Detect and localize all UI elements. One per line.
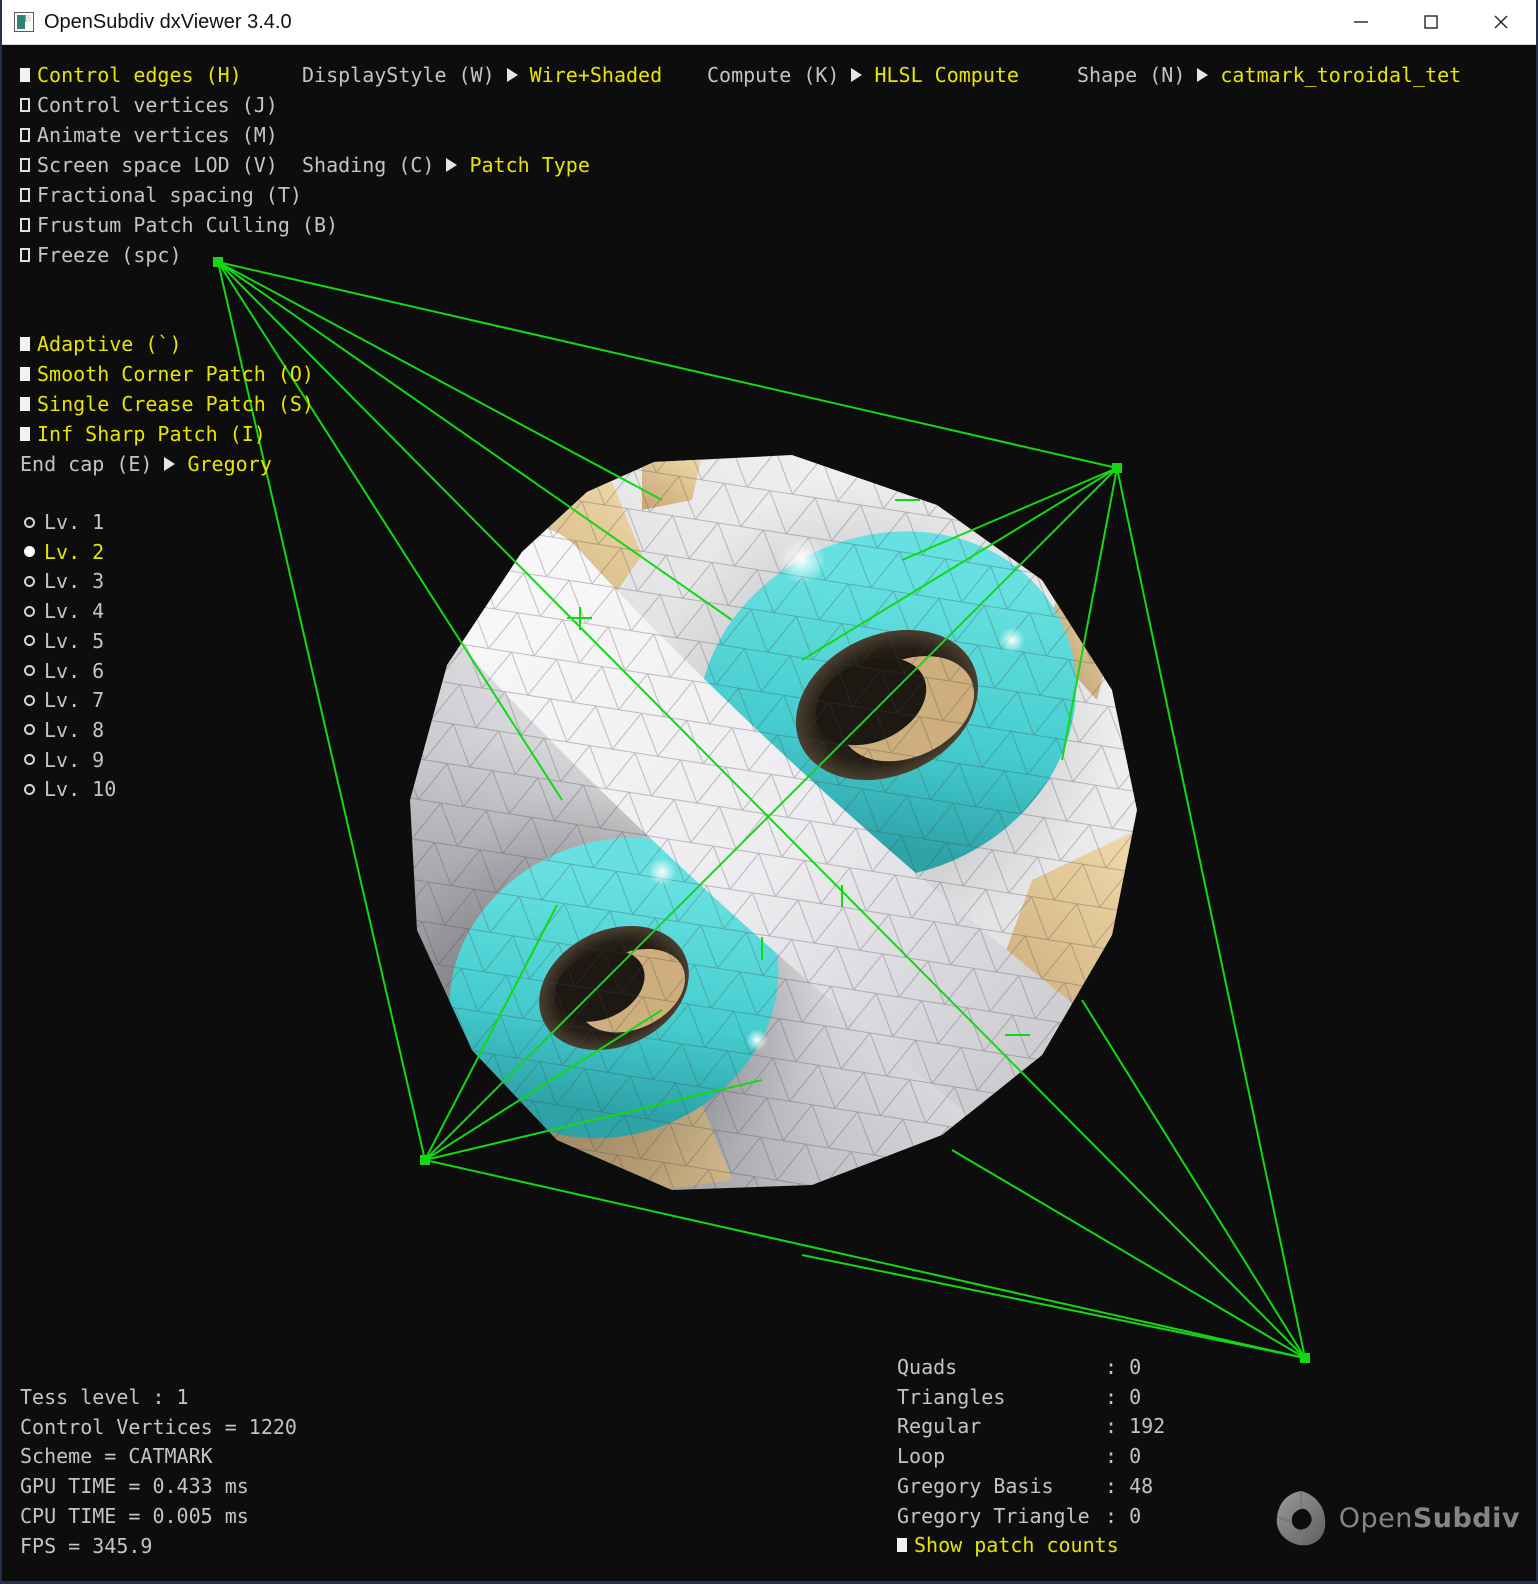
toggle-smooth-corner-patch[interactable]: Smooth Corner Patch (O) xyxy=(20,359,314,389)
radio-icon xyxy=(24,576,35,587)
opensubdiv-logo-icon xyxy=(1273,1489,1329,1547)
stats-left: Tess level : 1 Control Vertices = 1220 S… xyxy=(20,1382,520,1581)
checkbox-icon xyxy=(20,248,30,262)
window-title: OpenSubdiv dxViewer 3.4.0 xyxy=(44,11,292,34)
stat-line: Scheme = CATMARK xyxy=(20,1441,213,1471)
radio-icon xyxy=(24,517,35,528)
minimize-button[interactable] xyxy=(1326,0,1396,44)
radio-icon xyxy=(24,546,35,557)
menu-end-cap[interactable]: End cap (E)Gregory xyxy=(20,449,272,479)
minimize-icon xyxy=(1353,14,1369,30)
arrow-icon xyxy=(164,457,175,471)
radio-icon xyxy=(24,606,35,617)
radio-icon xyxy=(24,784,35,795)
checkbox-icon xyxy=(20,218,30,232)
toggle-inf-sharp-patch[interactable]: Inf Sharp Patch (I) xyxy=(20,419,266,449)
viewport-3d[interactable]: Control edges (H) DisplayStyle (W)Wire+S… xyxy=(2,45,1536,1581)
maximize-button[interactable] xyxy=(1396,0,1466,44)
menu-shape[interactable]: Shape (N)catmark_toroidal_tet xyxy=(1077,60,1461,90)
checkbox-icon xyxy=(20,128,30,142)
level-row[interactable]: Lv. 3 xyxy=(24,566,104,596)
toggle-animate-vertices[interactable]: Animate vertices (M) xyxy=(20,120,278,150)
level-row[interactable]: Lv. 2 xyxy=(24,537,104,567)
menu-displaystyle[interactable]: DisplayStyle (W)Wire+Shaded xyxy=(302,60,662,90)
patch-count-row: Gregory Triangle: 0 xyxy=(897,1501,1141,1531)
radio-icon xyxy=(24,724,35,735)
menu-shading[interactable]: Shading (C)Patch Type xyxy=(302,150,590,180)
close-button[interactable] xyxy=(1466,0,1536,44)
level-row[interactable]: Lv. 10 xyxy=(24,774,116,804)
hud-overlay: Control edges (H) DisplayStyle (W)Wire+S… xyxy=(2,45,74,1065)
toggle-single-crease-patch[interactable]: Single Crease Patch (S) xyxy=(20,389,314,419)
patch-count-row: Loop: 0 xyxy=(897,1441,1141,1471)
control-cage xyxy=(213,257,1310,1363)
arrow-icon xyxy=(851,68,862,82)
checkbox-icon xyxy=(20,427,30,441)
level-row[interactable]: Lv. 7 xyxy=(24,685,104,715)
close-icon xyxy=(1493,14,1509,30)
specular-highlight xyxy=(746,1029,768,1051)
menu-compute[interactable]: Compute (K)HLSL Compute xyxy=(707,60,1019,90)
checkbox-icon xyxy=(20,367,30,381)
level-row[interactable]: Lv. 5 xyxy=(24,626,104,656)
toggle-adaptive[interactable]: Adaptive (`) xyxy=(20,329,182,359)
toggle-fractional-spacing[interactable]: Fractional spacing (T) xyxy=(20,180,302,210)
toggle-freeze[interactable]: Freeze (spc) xyxy=(20,240,182,270)
level-row[interactable]: Lv. 6 xyxy=(24,656,104,686)
checkbox-icon xyxy=(20,337,30,351)
radio-icon xyxy=(24,665,35,676)
toggle-show-patch-counts[interactable]: Show patch counts xyxy=(897,1530,1119,1560)
maximize-icon xyxy=(1423,14,1439,30)
opensubdiv-logo: OpenSubdiv xyxy=(1273,1489,1520,1547)
toggle-screen-space-lod[interactable]: Screen space LOD (V) Shading (C)Patch Ty… xyxy=(20,150,278,180)
patch-count-row: Quads: 0 xyxy=(897,1352,1141,1382)
patch-count-row: Triangles: 0 xyxy=(897,1382,1141,1412)
title-bar: OpenSubdiv dxViewer 3.4.0 xyxy=(2,0,1536,45)
specular-highlight xyxy=(648,858,676,886)
opensubdiv-logo-text: OpenSubdiv xyxy=(1339,1503,1520,1534)
cage-vertex xyxy=(1112,463,1122,473)
level-row[interactable]: Lv. 1 xyxy=(24,507,104,537)
level-row[interactable]: Lv. 9 xyxy=(24,745,104,775)
arrow-icon xyxy=(446,158,457,172)
stat-line: Control Vertices = 1220 xyxy=(20,1412,297,1442)
arrow-icon xyxy=(507,68,518,82)
specular-highlight xyxy=(528,1139,566,1177)
stat-line: CPU TIME = 0.005 ms xyxy=(20,1501,249,1531)
toggle-control-vertices[interactable]: Control vertices (J) xyxy=(20,90,278,120)
patch-count-row: Regular: 192 xyxy=(897,1411,1165,1441)
checkbox-icon xyxy=(20,68,30,82)
app-icon xyxy=(14,12,34,32)
toggle-frustum-patch-culling[interactable]: Frustum Patch Culling (B) xyxy=(20,210,338,240)
scene-render xyxy=(2,45,1536,1581)
checkbox-icon xyxy=(20,98,30,112)
radio-icon xyxy=(24,754,35,765)
level-row[interactable]: Lv. 8 xyxy=(24,715,104,745)
arrow-icon xyxy=(1197,68,1208,82)
checkbox-icon xyxy=(20,188,30,202)
checkbox-icon xyxy=(20,158,30,172)
specular-highlight xyxy=(778,536,826,584)
radio-icon xyxy=(24,695,35,706)
checkbox-icon xyxy=(20,397,30,411)
radio-icon xyxy=(24,635,35,646)
wireframe-overlay xyxy=(392,440,1152,1210)
cage-vertex xyxy=(213,257,223,267)
app-window: OpenSubdiv dxViewer 3.4.0 xyxy=(0,0,1538,1584)
specular-highlight xyxy=(999,627,1025,653)
level-row[interactable]: Lv. 4 xyxy=(24,596,104,626)
patch-count-row: Gregory Basis: 48 xyxy=(897,1471,1153,1501)
stat-line: FPS = 345.9 xyxy=(20,1531,152,1561)
stat-line: Tess level : 1 xyxy=(20,1382,189,1412)
checkbox-icon xyxy=(897,1538,907,1552)
stat-line: GPU TIME = 0.433 ms xyxy=(20,1471,249,1501)
toggle-control-edges[interactable]: Control edges (H) DisplayStyle (W)Wire+S… xyxy=(20,60,242,90)
cage-vertex xyxy=(420,1155,430,1165)
